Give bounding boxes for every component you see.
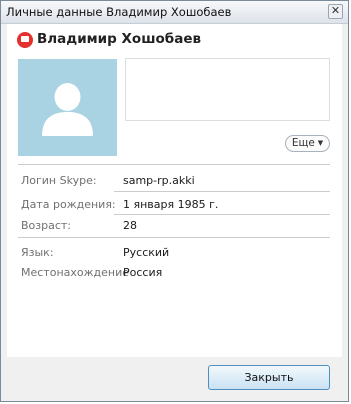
more-button[interactable]: Еще ▼ <box>285 135 330 152</box>
field-value-birthdate: 1 января 1985 г. <box>123 198 219 211</box>
profile-dialog: Личные данные Владимир Хошобаев ✕ Владим… <box>0 0 349 402</box>
profile-panel: Владимир Хошобаев Еще ▼ Логин Skype: samp… <box>7 24 342 357</box>
field-value-skype-login: samp-rp.akki <box>123 174 195 187</box>
field-label-language: Язык: <box>21 246 54 259</box>
divider <box>114 191 330 192</box>
skype-status-icon <box>17 32 33 48</box>
field-label-skype-login: Логин Skype: <box>21 174 97 187</box>
field-label-location: Местонахождение <box>21 266 130 279</box>
profile-name: Владимир Хошобаев <box>37 31 202 47</box>
more-button-label: Еще <box>291 137 315 149</box>
window-title: Личные данные Владимир Хошобаев <box>6 5 232 19</box>
close-icon: ✕ <box>330 4 341 17</box>
chevron-down-icon: ▼ <box>317 139 324 147</box>
user-silhouette-icon <box>42 83 93 136</box>
title-bar[interactable]: Личные данные Владимир Хошобаев ✕ <box>1 1 348 24</box>
divider <box>18 164 330 165</box>
avatar <box>18 59 117 156</box>
field-value-location: Россия <box>123 266 163 279</box>
close-button[interactable]: Закрыть <box>208 365 330 390</box>
field-label-age: Возраст: <box>21 219 72 232</box>
field-value-age: 28 <box>123 219 137 232</box>
mood-message-box[interactable] <box>125 58 330 121</box>
field-value-language: Русский <box>123 246 170 259</box>
divider <box>114 214 330 215</box>
field-label-birthdate: Дата рождения: <box>21 198 116 211</box>
close-window-button[interactable]: ✕ <box>328 4 343 19</box>
divider <box>18 237 330 238</box>
